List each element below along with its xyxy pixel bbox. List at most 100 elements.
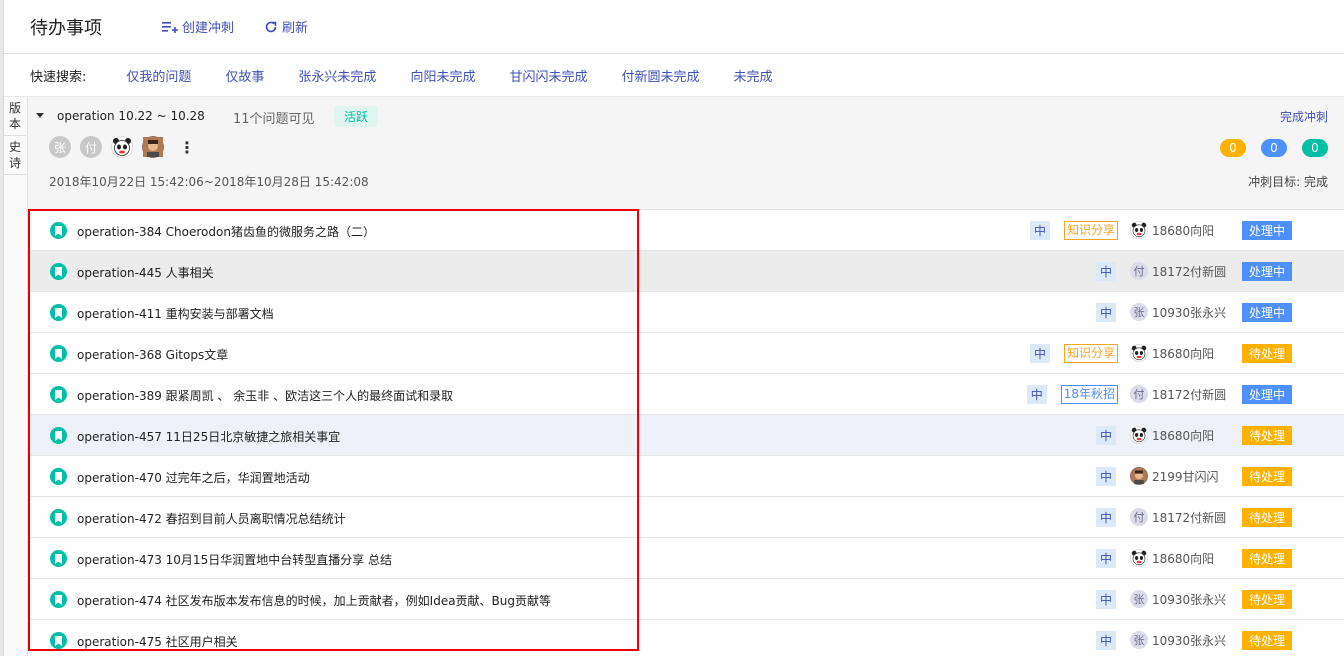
priority-badge: 中 (1095, 548, 1116, 568)
status-badge: 待处理 (1242, 548, 1292, 568)
issue-meta: 中张 10930张永兴 待处理 (1095, 630, 1292, 650)
avatar[interactable]: 张 (49, 136, 71, 158)
panda-avatar-icon (1131, 427, 1147, 443)
issue-meta: 中付 18172付新圆 待处理 (1095, 507, 1292, 527)
priority-badge: 中 (1029, 220, 1050, 240)
story-type-icon (50, 263, 67, 280)
issue-title: operation-473 10月15日华润置地中台转型直播分享 总结 (77, 553, 393, 567)
sprint-time-range: 2018年10月22日 15:42:06~2018年10月28日 15:42:0… (49, 175, 369, 189)
issue-meta: 中 18680向阳 待处理 (1095, 548, 1292, 568)
count-doing: 0 (1261, 139, 1287, 157)
refresh-button[interactable]: 刷新 (264, 17, 308, 36)
issue-row[interactable]: operation-411 重构安装与部署文档 中张 10930张永兴 处理中 (28, 292, 1344, 333)
issue-title: operation-457 11日25日北京敏捷之旅相关事宜 (77, 430, 341, 444)
status-badge: 待处理 (1242, 425, 1292, 445)
avatar[interactable] (142, 136, 164, 158)
issue-title: operation-472 春招到目前人员离职情况总结统计 (77, 512, 346, 526)
issue-row[interactable]: operation-470 过完年之后，华润置地活动 中 2199甘闪闪 待处理 (28, 456, 1344, 497)
issue-meta: 中 18680向阳 待处理 (1095, 425, 1292, 445)
avatar[interactable] (111, 136, 133, 158)
refresh-label: 刷新 (282, 21, 309, 36)
issue-row[interactable]: operation-474 社区发布版本发布信息的时候，加上贡献者，例如Idea… (28, 579, 1344, 620)
issue-row[interactable]: operation-368 Gitops文章 中知识分享 18680向阳 待处理 (28, 333, 1344, 374)
assignee-avatar: 付 (1130, 262, 1148, 280)
sprint-goal: 冲刺目标: 完成 (1248, 175, 1328, 189)
status-badge: 待处理 (1242, 466, 1292, 486)
issue-row[interactable]: operation-473 10月15日华润置地中台转型直播分享 总结 中 1868… (28, 538, 1344, 579)
status-badge: 处理中 (1242, 220, 1292, 240)
issue-meta: 中张 10930张永兴 待处理 (1095, 589, 1292, 609)
priority-badge: 中 (1095, 630, 1116, 650)
assignee-name: 18172付新圆 (1152, 387, 1227, 402)
story-type-icon (50, 427, 67, 444)
assignee-name: 18680向阳 (1152, 551, 1215, 566)
assignee-name: 18680向阳 (1152, 223, 1215, 238)
panda-avatar-icon (1131, 550, 1147, 566)
story-type-icon (50, 222, 67, 239)
issue-row[interactable]: operation-384 Choerodon猪齿鱼的微服务之路（二） 中知识分享… (28, 210, 1344, 251)
status-counts: 0 0 0 (1205, 139, 1328, 157)
priority-badge: 中 (1026, 384, 1047, 404)
issue-title: operation-475 社区用户相关 (77, 635, 238, 649)
issue-row[interactable]: operation-445 人事相关 中付 18172付新圆 处理中 (28, 251, 1344, 292)
issue-meta: 中张 10930张永兴 处理中 (1095, 302, 1292, 322)
panda-avatar-icon (1131, 345, 1147, 361)
priority-badge: 中 (1095, 425, 1116, 445)
avatar[interactable]: 付 (80, 136, 102, 158)
story-type-icon (50, 632, 67, 649)
issue-meta: 中知识分享 18680向阳 待处理 (1029, 343, 1292, 363)
assignee-name: 18680向阳 (1152, 428, 1215, 443)
assignee-avatar: 付 (1130, 385, 1148, 403)
issue-meta: 中付 18172付新圆 处理中 (1095, 261, 1292, 281)
issue-title: operation-411 重构安装与部署文档 (77, 307, 274, 321)
assignee-name: 10930张永兴 (1152, 305, 1227, 320)
collapse-caret-icon[interactable] (36, 113, 44, 118)
sprint-header: operation 10.22 ~ 10.28 11个问题可见 活跃 完成冲刺 … (28, 97, 1344, 210)
user-photo-icon (143, 137, 163, 157)
priority-badge: 中 (1029, 343, 1050, 363)
issue-title: operation-470 过完年之后，华润置地活动 (77, 471, 310, 485)
issue-row[interactable]: operation-389 跟紧周凯 、 余玉非 、欧洁这三个人的最终面试和录取… (28, 374, 1344, 415)
issue-row[interactable]: operation-457 11日25日北京敏捷之旅相关事宜 中 18680向阳 待处… (28, 415, 1344, 456)
create-sprint-button[interactable]: 创建冲刺 (162, 17, 234, 36)
quick-filter-stories[interactable]: 仅故事 (225, 66, 264, 85)
user-photo-icon (1131, 468, 1147, 484)
priority-badge: 中 (1095, 589, 1116, 609)
sprint-status-badge: 活跃 (334, 106, 379, 127)
assignee-avatar (1130, 221, 1148, 239)
sprint-name[interactable]: operation 10.22 ~ 10.28 (57, 109, 205, 123)
quick-filter-gan[interactable]: 甘闪闪未完成 (509, 66, 587, 85)
quick-filter-unfinished[interactable]: 未完成 (733, 66, 772, 85)
issue-row[interactable]: operation-475 社区用户相关 中张 10930张永兴 待处理 (28, 620, 1344, 656)
assignee-name: 18680向阳 (1152, 346, 1215, 361)
tab-epic[interactable]: 史诗 (4, 136, 26, 175)
issue-meta: 中 2199甘闪闪 待处理 (1095, 466, 1292, 486)
quick-filter-fu[interactable]: 付新圆未完成 (621, 66, 699, 85)
quick-filter-xiang[interactable]: 向阳未完成 (410, 66, 475, 85)
priority-badge: 中 (1095, 507, 1116, 527)
issue-title: operation-384 Choerodon猪齿鱼的微服务之路（二） (77, 225, 375, 239)
story-type-icon (50, 468, 67, 485)
issue-title: operation-445 人事相关 (77, 266, 214, 280)
story-type-icon (50, 509, 67, 526)
status-badge: 处理中 (1242, 261, 1292, 281)
issue-count: 11个问题可见 (233, 112, 315, 127)
priority-badge: 中 (1095, 466, 1116, 486)
issue-meta: 中 18年秋招付 18172付新圆 处理中 (1026, 384, 1292, 404)
quick-filter-zhang[interactable]: 张永兴未完成 (298, 66, 376, 85)
priority-badge: 中 (1095, 261, 1116, 281)
issue-label: 18年秋招 (1060, 384, 1118, 404)
issue-label: 知识分享 (1063, 343, 1118, 363)
panda-avatar-icon (1131, 222, 1147, 238)
page-header: 待办事项 创建冲刺 刷新 (4, 0, 1344, 54)
quick-filter-my-issues[interactable]: 仅我的问题 (126, 66, 191, 85)
issue-title: operation-368 Gitops文章 (77, 348, 229, 362)
tab-version[interactable]: 版本 (4, 97, 26, 136)
more-options-icon[interactable]: ⋮ (179, 138, 195, 157)
assignee-avatar (1130, 467, 1148, 485)
complete-sprint-button[interactable]: 完成冲刺 (1280, 108, 1328, 125)
issue-row[interactable]: operation-472 春招到目前人员离职情况总结统计 中付 18172付新圆待… (28, 497, 1344, 538)
quick-search-bar: 快速搜索: 仅我的问题 仅故事 张永兴未完成 向阳未完成 甘闪闪未完成 付新圆未… (4, 55, 1344, 97)
page-title: 待办事项 (30, 17, 102, 39)
assignee-name: 10930张永兴 (1152, 633, 1227, 648)
